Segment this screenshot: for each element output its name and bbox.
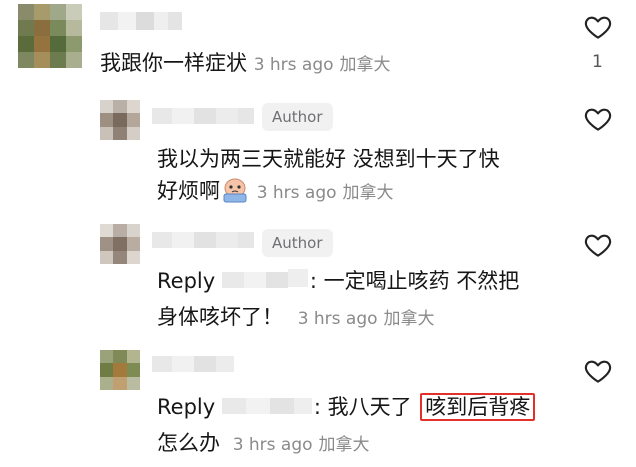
reply-label: Reply (157, 395, 216, 419)
comment-body-line2: 身体咳坏了！ 3 hrs ago 加拿大 (157, 305, 435, 329)
avatar[interactable] (18, 4, 82, 68)
location: 加拿大 (339, 55, 391, 75)
author-badge: Author (262, 229, 333, 257)
heart-outline-icon (584, 360, 612, 383)
mentioned-username-blurred[interactable] (221, 269, 310, 291)
location: 加拿大 (383, 309, 435, 329)
timestamp: 3 hrs ago (297, 309, 378, 329)
timestamp: 3 hrs ago (256, 183, 337, 203)
crying-face-emoji (220, 176, 250, 204)
highlighted-text: 咳到后背疼 (420, 393, 536, 421)
timestamp: 3 hrs ago (232, 435, 313, 455)
like-button[interactable] (583, 230, 613, 260)
location: 加拿大 (318, 435, 370, 455)
like-count: 1 (592, 52, 603, 72)
like-button[interactable] (583, 356, 613, 386)
timestamp: 3 hrs ago (253, 55, 334, 75)
comment-body-line2: 好烦啊 3 hrs ago 加拿大 (157, 176, 394, 208)
mentioned-username-blurred[interactable] (221, 395, 314, 417)
reply-label: Reply (157, 269, 216, 293)
location: 加拿大 (342, 183, 394, 203)
username-blurred[interactable] (152, 232, 254, 248)
avatar[interactable] (100, 100, 140, 140)
comment-body-line1: Reply : 一定喝止咳药 不然把 (157, 269, 520, 293)
heart-outline-icon (584, 16, 612, 39)
author-badge: Author (262, 103, 333, 131)
comment-body: 我跟你一样症状 3 hrs ago 加拿大 (100, 51, 391, 75)
username-blurred[interactable] (100, 12, 182, 30)
like-button[interactable] (583, 12, 613, 42)
username-blurred[interactable] (152, 108, 254, 124)
username-blurred[interactable] (152, 356, 234, 372)
heart-outline-icon (584, 234, 612, 257)
comment-body-line1: Reply : 我八天了 咳到后背疼 (157, 392, 536, 422)
heart-outline-icon (584, 108, 612, 131)
comment-body-line1: 我以为两三天就能好 没想到十天了快 (157, 147, 500, 171)
comment-body-line2: 怎么办 3 hrs ago 加拿大 (157, 431, 370, 455)
avatar[interactable] (100, 224, 140, 264)
like-button[interactable] (583, 104, 613, 134)
avatar[interactable] (100, 350, 140, 390)
